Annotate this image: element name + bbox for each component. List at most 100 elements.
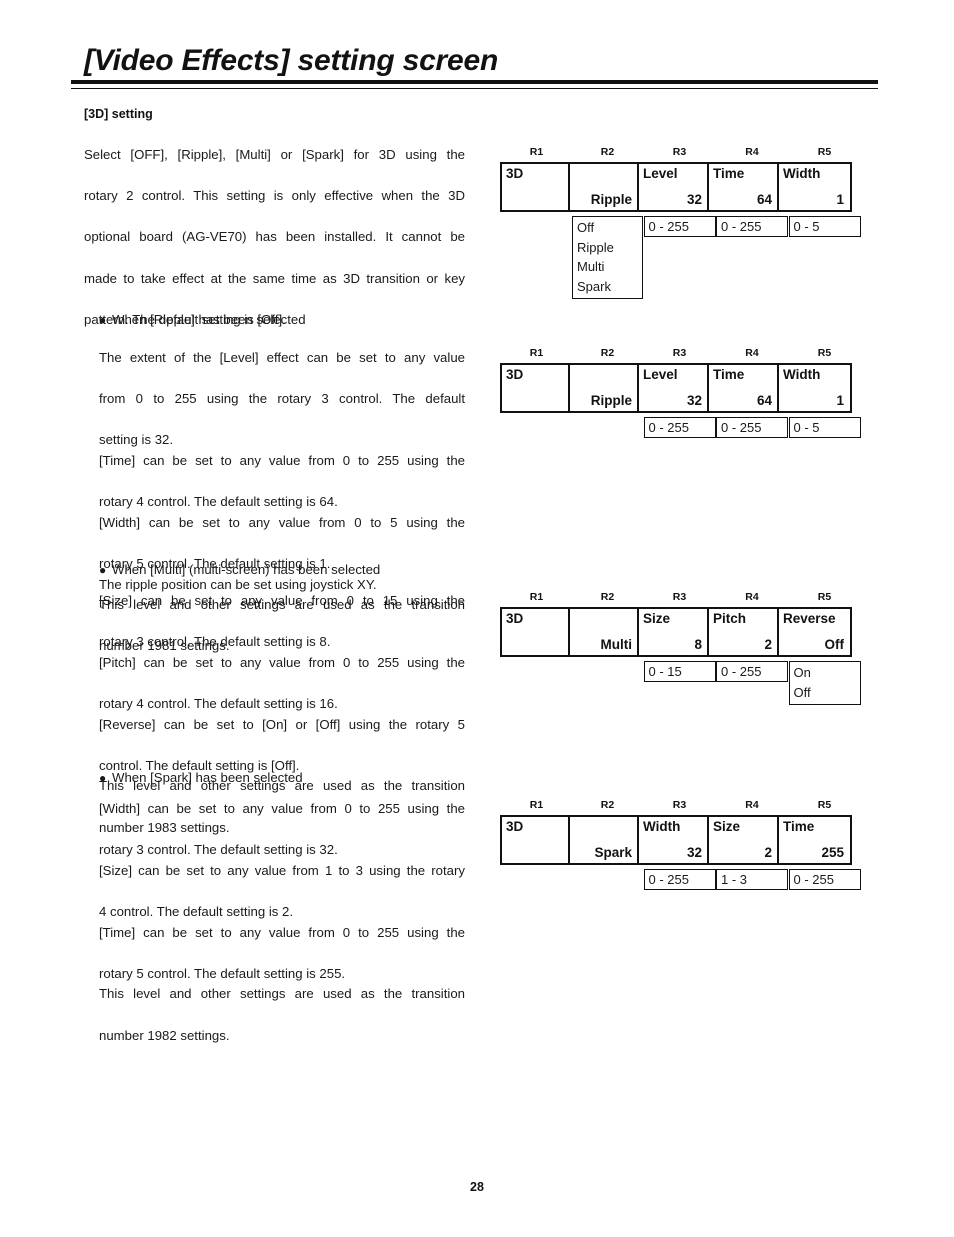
section-bullet-label: When [Spark] has been selected — [112, 770, 303, 785]
settings-cell-r4[interactable]: Pitch 2 — [709, 609, 779, 655]
intro-line: Select [OFF], [Ripple], [Multi] or [Spar… — [84, 147, 465, 162]
settings-cell-r5[interactable]: Time 255 — [779, 817, 849, 863]
section-body-line: rotary 3 control. The default setting is… — [99, 842, 338, 858]
settings-cell-r1[interactable]: 3D — [502, 817, 570, 863]
settings-cell-r5[interactable]: Width 1 — [779, 365, 849, 411]
value-range-box: 0 - 255 — [643, 417, 716, 438]
option-item[interactable]: Spark — [577, 277, 642, 297]
value-range-box: 0 - 255 — [716, 417, 788, 438]
settings-cell-r3[interactable]: Level 32 — [639, 164, 709, 210]
title-rule-thick — [71, 80, 878, 84]
settings-cell-value: 1 — [836, 192, 844, 207]
settings-cell-r2[interactable]: Ripple — [570, 164, 639, 210]
rotary-header-r3: R3 — [672, 347, 687, 359]
section-body-line: rotary 4 control. The default setting is… — [99, 494, 338, 510]
option-item[interactable]: Off — [577, 218, 642, 238]
section-body-line: [Reverse] can be set to [On] or [Off] us… — [99, 716, 465, 732]
settings-cell-value: 1 — [836, 393, 844, 408]
rotary-header-r4: R4 — [745, 591, 759, 603]
section-heading: [3D] setting — [84, 107, 153, 121]
settings-cell-label: Level — [643, 367, 678, 382]
option-item[interactable]: Multi — [577, 257, 642, 277]
option-list-box[interactable]: On Off — [788, 661, 861, 705]
settings-cell-r2[interactable]: Multi — [570, 609, 639, 655]
settings-cell-r2[interactable]: Ripple — [570, 365, 639, 411]
option-item[interactable]: On — [794, 663, 860, 683]
section-body-line: [Time] can be set to any value from 0 to… — [99, 924, 465, 940]
settings-cell-value: 2 — [764, 637, 772, 652]
rotary-header-row: R1 R2 R3 R4 R5 — [500, 799, 852, 815]
value-range-box: 0 - 5 — [788, 417, 861, 438]
option-list-box[interactable]: Off Ripple Multi Spark — [572, 216, 643, 299]
rotary-header-r1: R1 — [529, 146, 544, 158]
option-item[interactable]: Off — [794, 683, 860, 703]
settings-cell-r1[interactable]: 3D — [502, 609, 570, 655]
rotary-header-r4: R4 — [745, 799, 759, 811]
settings-cell-value: Ripple — [590, 192, 632, 207]
bullet-icon: ● — [99, 771, 107, 785]
settings-row: 3D Ripple Level 32 Time 64 Width 1 — [500, 363, 852, 413]
section-body: [Width] can be set to any value from 0 t… — [99, 799, 465, 1046]
rotary-header-r5: R5 — [817, 799, 832, 811]
settings-cell-r1[interactable]: 3D — [502, 365, 570, 411]
3d-spark-settings: R1 R2 R3 R4 R5 3D Spark Width 32 Size 2 Time 255 0 - … — [500, 799, 861, 890]
settings-cell-value: Spark — [594, 845, 632, 860]
rotary-header-row: R1 R2 R3 R4 R5 — [500, 591, 852, 607]
settings-cell-r4[interactable]: Size 2 — [709, 817, 779, 863]
option-item[interactable]: Ripple — [577, 238, 642, 258]
bullet-icon: ● — [99, 313, 107, 327]
settings-cell-value: 2 — [764, 845, 772, 860]
rotary-header-r3: R3 — [672, 799, 687, 811]
settings-cell-label: Time — [783, 819, 815, 834]
section-body-line: [Size] can be set to any value from 0 to… — [99, 593, 465, 608]
document-page: [Video Effects] setting screen [3D] sett… — [0, 0, 954, 1237]
rotary-header-r5: R5 — [817, 347, 832, 359]
settings-cell-label: 3D — [506, 819, 524, 834]
settings-cell-r3[interactable]: Level 32 — [639, 365, 709, 411]
settings-cell-value: 64 — [756, 192, 772, 207]
value-range-box: 0 - 255 — [716, 661, 788, 682]
settings-cell-value: Off — [824, 637, 845, 652]
settings-row: 3D Spark Width 32 Size 2 Time 255 — [500, 815, 852, 865]
rotary-header-row: R1 R2 R3 R4 R5 — [500, 146, 852, 162]
settings-cell-label: Time — [713, 166, 745, 181]
page-number: 28 — [470, 1180, 484, 1194]
settings-cell-value: 32 — [686, 845, 702, 860]
settings-cell-r2[interactable]: Spark — [570, 817, 639, 863]
section-body-line: This level and other settings are used a… — [99, 986, 465, 1002]
settings-cell-value: 32 — [686, 192, 702, 207]
intro-paragraph: Select [OFF], [Ripple], [Multi] or [Spar… — [84, 145, 465, 330]
settings-cell-r5[interactable]: Width 1 — [779, 164, 849, 210]
settings-cell-r4[interactable]: Time 64 — [709, 164, 779, 210]
settings-cell-r5[interactable]: Reverse Off — [779, 609, 849, 655]
section-body-line: The extent of the [Level] effect can be … — [99, 350, 465, 365]
rotary-header-r5: R5 — [817, 146, 832, 158]
settings-cell-value: 8 — [694, 637, 702, 652]
settings-cell-label: Width — [643, 819, 681, 834]
settings-cell-r4[interactable]: Time 64 — [709, 365, 779, 411]
settings-cell-label: Level — [643, 166, 678, 181]
settings-cell-r3[interactable]: Width 32 — [639, 817, 709, 863]
settings-cell-r3[interactable]: Size 8 — [639, 609, 709, 655]
settings-cell-value: 32 — [686, 393, 702, 408]
rotary-header-r3: R3 — [672, 146, 687, 158]
settings-cell-value: Multi — [600, 637, 633, 652]
settings-cell-label: Reverse — [783, 611, 836, 626]
value-range-box: 1 - 3 — [716, 869, 788, 890]
section-bullet-heading: ● When [Spark] has been selected — [99, 768, 479, 789]
page-title: [Video Effects] setting screen — [84, 44, 499, 77]
section-body-line: 4 control. The default setting is 2. — [99, 903, 294, 919]
settings-cell-value: 64 — [756, 393, 772, 408]
rotary-header-r2: R2 — [600, 146, 615, 158]
intro-line: rotary 2 control. This setting is only e… — [84, 188, 465, 204]
intro-line: made to take effect at the same time as … — [84, 270, 465, 286]
settings-cell-r1[interactable]: 3D — [502, 164, 570, 210]
settings-cell-value: Ripple — [590, 393, 632, 408]
rotary-header-r3: R3 — [672, 591, 687, 603]
settings-row: 3D Multi Size 8 Pitch 2 Reverse Off — [500, 607, 852, 657]
rotary-header-row: R1 R2 R3 R4 R5 — [500, 347, 852, 363]
section-bullet-heading: ● When [Ripple] has been selected — [99, 310, 479, 331]
value-range-box: 0 - 255 — [643, 216, 716, 237]
section-bullet-heading: ● When [Multi] (multi-screen) has been se… — [99, 560, 479, 581]
settings-cell-label: 3D — [506, 611, 524, 626]
